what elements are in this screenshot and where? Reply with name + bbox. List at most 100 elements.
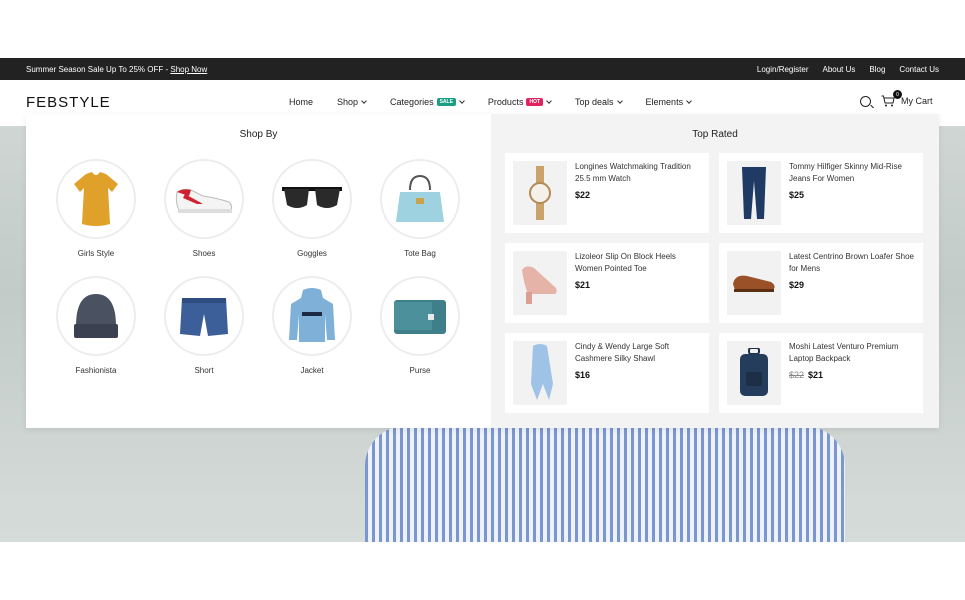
- product-card[interactable]: Longines Watchmaking Tradition 25.5 mm W…: [505, 153, 709, 233]
- category-goggles[interactable]: Goggles: [272, 159, 352, 258]
- product-card[interactable]: Moshi Latest Venturo Premium Laptop Back…: [719, 333, 923, 413]
- search-icon[interactable]: [860, 95, 871, 107]
- product-thumbnail: [513, 341, 567, 405]
- product-name[interactable]: Tommy Hilfiger Skinny Mid-Rise Jeans For…: [789, 161, 915, 185]
- main-nav: Home Shop Categories SALE Products HOT Top…: [289, 97, 715, 107]
- page: Summer Season Sale Up To 25% OFF - Shop …: [0, 0, 965, 600]
- product-thumbnail: [727, 251, 781, 315]
- nav-elements[interactable]: Elements: [646, 97, 692, 107]
- heels-icon: [522, 266, 557, 304]
- top-rated-panel: Top Rated Longines Watchmaking Tradition…: [491, 114, 939, 428]
- product-info: Longines Watchmaking Tradition 25.5 mm W…: [575, 161, 701, 225]
- backpack-icon: [740, 348, 768, 396]
- category-jacket[interactable]: Jacket: [272, 276, 352, 375]
- product-info: Tommy Hilfiger Skinny Mid-Rise Jeans For…: [789, 161, 915, 225]
- header-actions: 0 My Cart: [860, 90, 933, 107]
- product-thumbnail: [513, 251, 567, 315]
- product-current-price: $21: [575, 280, 591, 290]
- category-label: Tote Bag: [404, 249, 436, 258]
- nav-shop[interactable]: Shop: [337, 97, 367, 107]
- category-grid: Girls Style Shoes Goggles Tote Bag Fashi…: [56, 159, 460, 375]
- category-label: Jacket: [300, 366, 324, 375]
- product-name[interactable]: Lizoleor Slip On Block Heels Women Point…: [575, 251, 701, 275]
- login-register-link[interactable]: Login/Register: [757, 65, 809, 74]
- category-girls-style[interactable]: Girls Style: [56, 159, 136, 258]
- chevron-down-icon: [546, 97, 552, 104]
- hot-badge: HOT: [526, 98, 544, 106]
- hero-striped-shirt: [365, 426, 845, 542]
- product-current-price: $29: [789, 280, 805, 290]
- blog-link[interactable]: Blog: [869, 65, 885, 74]
- product-thumbnail: [727, 161, 781, 225]
- product-price: $16: [575, 370, 701, 380]
- contact-us-link[interactable]: Contact Us: [899, 65, 939, 74]
- mega-menu: Shop By Girls Style Shoes Goggles Tote B…: [26, 114, 939, 428]
- product-info: Latest Centrino Brown Loafer Shoe for Me…: [789, 251, 915, 315]
- tshirt-icon: [74, 172, 118, 226]
- product-name[interactable]: Longines Watchmaking Tradition 25.5 mm W…: [575, 161, 701, 185]
- nav-elements-label: Elements: [645, 97, 684, 107]
- product-info: Moshi Latest Venturo Premium Laptop Back…: [789, 341, 915, 405]
- category-fashionista[interactable]: Fashionista: [56, 276, 136, 375]
- category-purse[interactable]: Purse: [380, 276, 460, 375]
- product-card[interactable]: Lizoleor Slip On Block Heels Women Point…: [505, 243, 709, 323]
- watch-icon: [529, 166, 551, 220]
- category-label: Fashionista: [75, 366, 117, 375]
- category-image: [272, 276, 352, 356]
- top-rated-title: Top Rated: [692, 129, 738, 140]
- shop-now-link[interactable]: Shop Now: [170, 65, 207, 74]
- chevron-down-icon: [616, 97, 623, 104]
- wallet-icon: [394, 300, 446, 334]
- product-name[interactable]: Latest Centrino Brown Loafer Shoe for Me…: [789, 251, 915, 275]
- nav-shop-label: Shop: [337, 97, 359, 107]
- loafer-icon: [733, 275, 775, 292]
- jeans-icon: [742, 167, 766, 219]
- cart-button[interactable]: 0 My Cart: [881, 90, 933, 107]
- shawl-icon: [531, 344, 553, 400]
- category-label: Goggles: [297, 249, 327, 258]
- product-price: $22 $21: [789, 370, 915, 380]
- category-tote-bag[interactable]: Tote Bag: [380, 159, 460, 258]
- product-thumbnail: [727, 341, 781, 405]
- product-card[interactable]: Tommy Hilfiger Skinny Mid-Rise Jeans For…: [719, 153, 923, 233]
- chevron-down-icon: [361, 97, 367, 104]
- product-price: $22: [575, 190, 701, 200]
- promo-text: Summer Season Sale Up To 25% OFF -: [26, 64, 171, 74]
- beanie-icon: [74, 294, 118, 338]
- product-info: Lizoleor Slip On Block Heels Women Point…: [575, 251, 701, 315]
- product-info: Cindy & Wendy Large Soft Cashmere Silky …: [575, 341, 701, 405]
- nav-categories[interactable]: Categories SALE: [390, 97, 465, 107]
- sale-badge: SALE: [436, 98, 456, 106]
- nav-home-label: Home: [289, 97, 314, 107]
- category-label: Shoes: [192, 249, 216, 258]
- category-image: [380, 276, 460, 356]
- nav-top-deals-label: Top deals: [575, 97, 614, 107]
- about-us-link[interactable]: About Us: [823, 65, 856, 74]
- site-logo[interactable]: FEBSTYLE: [26, 94, 111, 111]
- nav-home[interactable]: Home: [289, 97, 313, 107]
- product-current-price: $16: [575, 370, 591, 380]
- announcement-bar: Summer Season Sale Up To 25% OFF - Shop …: [0, 58, 965, 80]
- category-shoes[interactable]: Shoes: [164, 159, 244, 258]
- product-card[interactable]: Cindy & Wendy Large Soft Cashmere Silky …: [505, 333, 709, 413]
- product-current-price: $25: [789, 190, 805, 200]
- category-short[interactable]: Short: [164, 276, 244, 375]
- category-label: Girls Style: [77, 249, 115, 258]
- shop-by-panel: Shop By Girls Style Shoes Goggles Tote B…: [26, 114, 491, 428]
- category-image: [56, 276, 136, 356]
- category-image: [56, 159, 136, 239]
- category-label: Purse: [409, 366, 431, 375]
- cart-label: My Cart: [901, 96, 933, 106]
- nav-products[interactable]: Products HOT: [488, 97, 552, 107]
- product-name[interactable]: Moshi Latest Venturo Premium Laptop Back…: [789, 341, 915, 365]
- handbag-icon: [396, 174, 444, 222]
- nav-categories-label: Categories: [390, 97, 434, 107]
- product-name[interactable]: Cindy & Wendy Large Soft Cashmere Silky …: [575, 341, 701, 365]
- product-current-price: $21: [808, 370, 824, 380]
- category-image: [272, 159, 352, 239]
- product-price: $29: [789, 280, 915, 290]
- product-card[interactable]: Latest Centrino Brown Loafer Shoe for Me…: [719, 243, 923, 323]
- nav-top-deals[interactable]: Top deals: [575, 97, 623, 107]
- product-current-price: $22: [575, 190, 591, 200]
- promo-message: Summer Season Sale Up To 25% OFF - Shop …: [26, 65, 207, 74]
